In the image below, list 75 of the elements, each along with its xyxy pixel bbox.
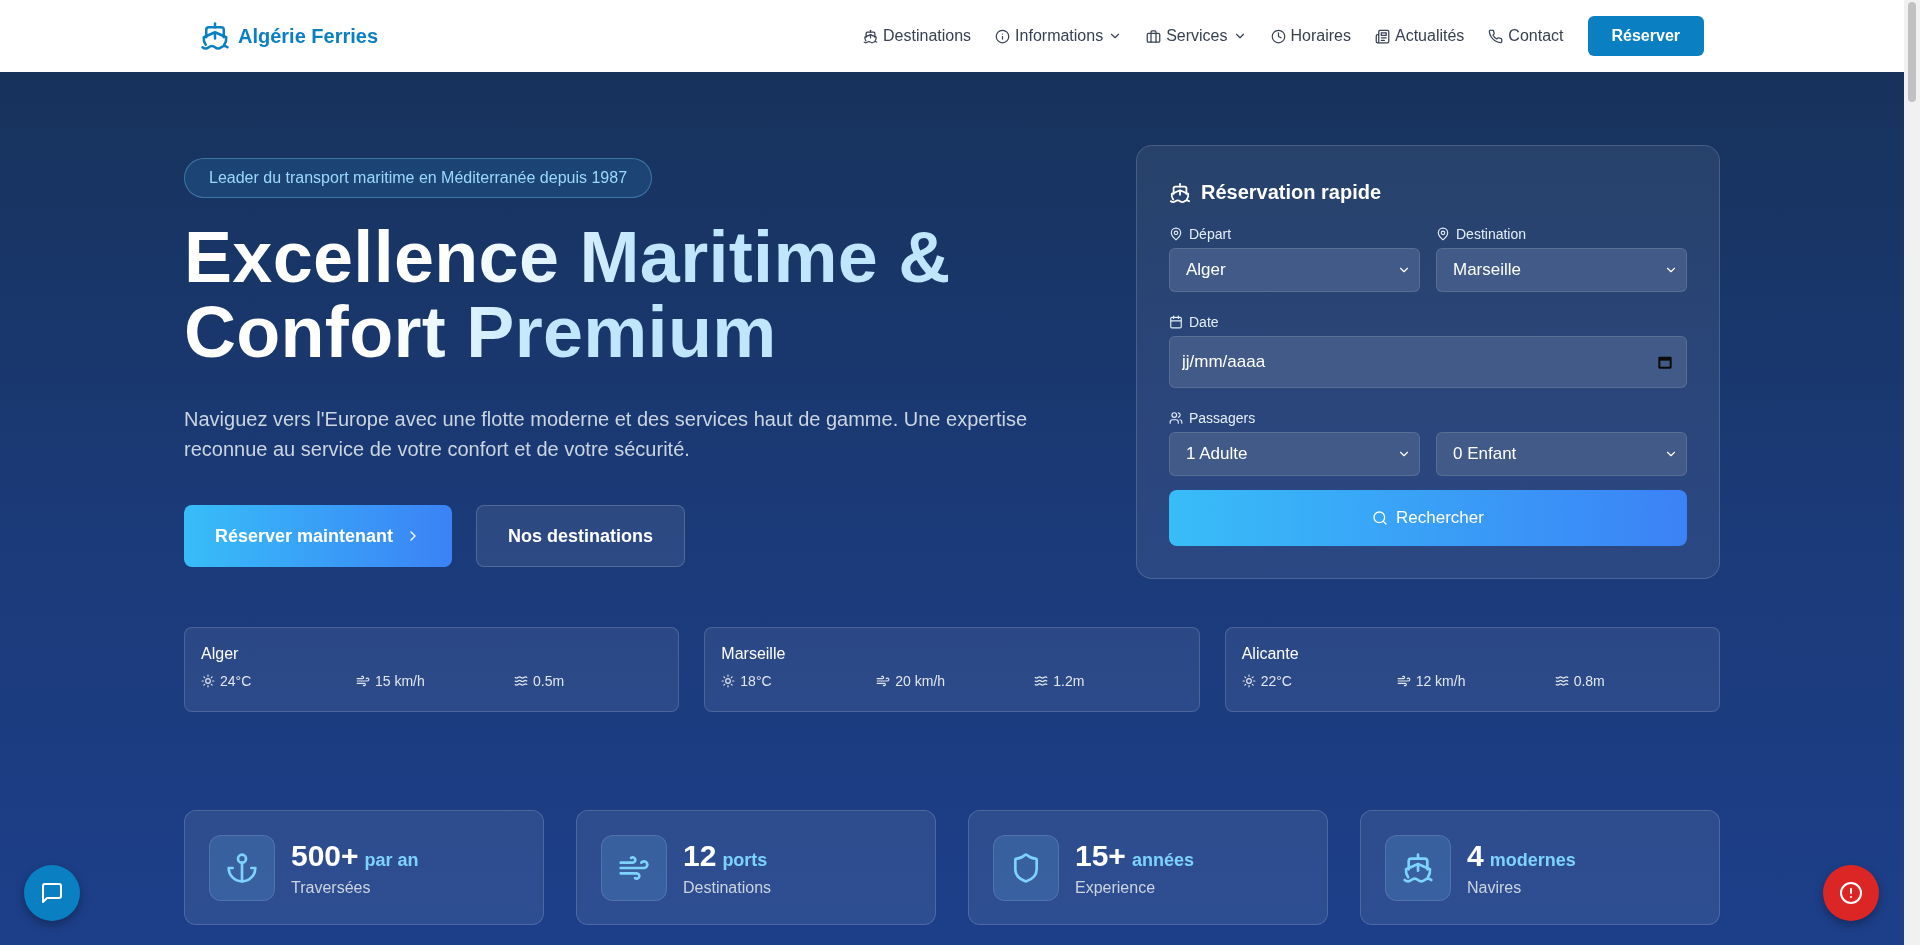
temperature: 24°C [220, 673, 252, 689]
location-pin-icon [1436, 227, 1450, 241]
date-field[interactable]: jj/mm/aaaa [1169, 336, 1687, 388]
temperature: 18°C [740, 673, 772, 689]
briefcase-icon [1146, 28, 1162, 44]
ship-icon [1169, 181, 1191, 204]
city-name: Alicante [1241, 645, 1300, 663]
tagline-badge: Leader du transport maritime en Méditerranée depuis 1987 [184, 158, 653, 198]
calendar-icon [1169, 315, 1183, 329]
nav-link[interactable]: Services [1146, 27, 1247, 45]
stat-unit: années [1131, 850, 1194, 871]
nav-link[interactable]: Informations [995, 27, 1123, 45]
reserve-button[interactable]: Réserver [1587, 16, 1704, 56]
alert-button[interactable] [1823, 865, 1879, 921]
stat-value: 4 [1467, 839, 1484, 873]
field-label: Date [1189, 314, 1219, 330]
sun-icon [201, 674, 215, 688]
wind-speed: 12 km/h [1415, 673, 1466, 689]
field-label: Destination [1456, 226, 1527, 242]
chat-button[interactable] [24, 865, 80, 921]
wind-speed: 15 km/h [375, 673, 425, 689]
children-select[interactable]: 0 Enfant [1436, 432, 1687, 476]
users-icon [1169, 411, 1183, 425]
alert-circle-icon [1839, 881, 1863, 905]
stat-label: Destinations [683, 879, 772, 897]
calendar-icon [1657, 354, 1673, 370]
stat-value: 15+ [1075, 839, 1126, 873]
hero-description: Naviguez vers l'Europe avec une flotte moderne et des services haut de gamme. Une expertise reconnue au service de votre confort et de votre sécurité. [184, 407, 1029, 462]
search-icon [1372, 510, 1389, 526]
ship-icon [200, 21, 230, 51]
location-pin-icon [1169, 227, 1183, 241]
wind-speed: 20 km/h [895, 673, 946, 689]
wind-icon [1396, 674, 1411, 688]
sun-icon [1241, 674, 1256, 688]
city-name: Marseille [721, 645, 787, 663]
temperature: 22°C [1260, 673, 1292, 689]
stat-label: Traversées [291, 879, 372, 897]
ship-icon [863, 28, 879, 44]
sun-icon [721, 674, 736, 688]
chat-bubble-icon [40, 881, 64, 905]
departure-select[interactable]: Alger [1169, 248, 1420, 292]
stat-unit: ports [722, 850, 768, 871]
nav-link[interactable]: Contact [1488, 27, 1564, 45]
wave-height: 0.5m [533, 673, 565, 689]
destination-select[interactable]: Marseille [1436, 248, 1687, 292]
field-label: Départ [1189, 226, 1232, 242]
info-icon [995, 28, 1011, 44]
wind-icon [876, 674, 891, 688]
newspaper-icon [1375, 28, 1390, 44]
nav-link[interactable]: Destinations [863, 27, 972, 45]
stat-label: Experience [1075, 879, 1157, 897]
waves-icon [1034, 674, 1049, 688]
city-name: Alger [201, 645, 240, 663]
anchor-icon [226, 852, 258, 884]
stat-unit: modernes [1489, 850, 1576, 871]
wind-icon [356, 674, 370, 688]
wave-height: 1.2m [1053, 673, 1085, 689]
booking-title: Réservation rapide [1201, 181, 1382, 204]
nav-link[interactable]: Actualités [1375, 27, 1465, 45]
field-label: Passagers [1189, 410, 1256, 426]
stat-value: 500+ [291, 839, 359, 873]
stat-unit: par an [364, 850, 419, 871]
waves-icon [514, 674, 528, 688]
stat-label: Navires [1467, 879, 1523, 897]
stat-value: 12 [683, 839, 717, 873]
nav-link[interactable]: Horaires [1270, 27, 1351, 45]
brand-name[interactable]: Algérie Ferries [238, 24, 379, 48]
adults-select[interactable]: 1 Adulte [1169, 432, 1420, 476]
ship-icon [1402, 852, 1434, 884]
destinations-button[interactable]: Nos destinations [476, 505, 686, 567]
clock-icon [1270, 28, 1286, 44]
wave-height: 0.8m [1573, 673, 1605, 689]
scrollbar-thumb[interactable] [1908, 2, 1916, 102]
phone-icon [1488, 28, 1504, 44]
waves-icon [1554, 674, 1569, 688]
